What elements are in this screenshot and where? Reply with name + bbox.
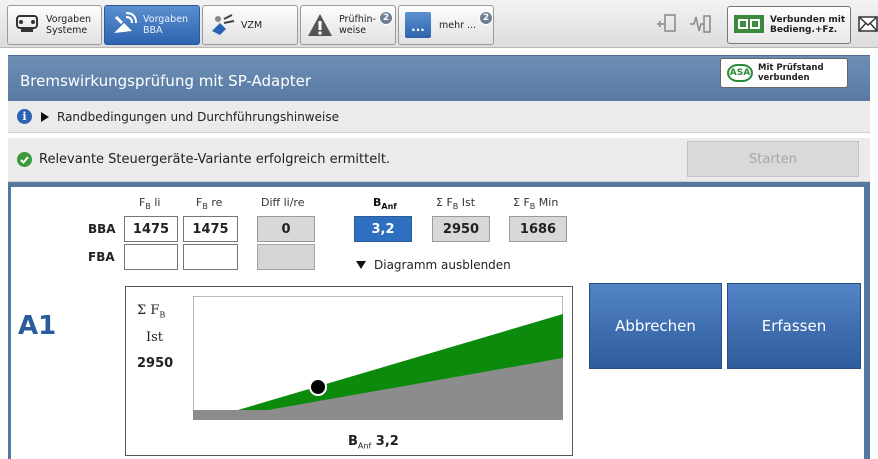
success-check-icon	[17, 152, 32, 167]
status-row: Relevante Steuergeräte-Variante erfolgre…	[8, 138, 870, 182]
connected-icon	[732, 11, 766, 40]
tab-label: Vorgaben Systeme	[46, 14, 92, 36]
header-diff: Diff li/re	[261, 196, 305, 209]
header-sum-ist: Σ FB Ist	[436, 196, 476, 212]
conditions-label: Randbedingungen und Durchführungshinweis…	[57, 109, 339, 124]
capture-button[interactable]: Erfassen	[727, 283, 861, 369]
tab-pruefhinweise[interactable]: Prüfhin- weise 2	[300, 5, 396, 45]
asa-status-label: Mit Prüfstand verbunden	[758, 63, 824, 83]
tab-vzm[interactable]: VZM	[202, 5, 298, 45]
current-value-marker	[309, 378, 327, 396]
start-button[interactable]: Starten	[687, 141, 859, 177]
bba-fb-re-value: 1475	[183, 216, 238, 242]
more-icon: ...	[403, 10, 433, 40]
sum-ist-value: 2950	[432, 216, 490, 242]
tab-vorgaben-bba[interactable]: Vorgaben BBA	[104, 5, 200, 45]
warning-icon	[305, 10, 335, 40]
diagram-toggle[interactable]: Diagramm ausblenden	[356, 258, 511, 272]
header-fb-re: FB re	[196, 196, 223, 212]
header-banf: BAnf	[373, 196, 397, 212]
conditions-info-row[interactable]: i Randbedingungen und Durchführungshinwe…	[8, 101, 870, 133]
page-title: Bremswirkungsprüfung mit SP-Adapter	[20, 72, 311, 90]
status-message: Relevante Steuergeräte-Variante erfolgre…	[39, 152, 391, 167]
collapse-arrow-icon	[356, 261, 366, 269]
fba-fb-re-value	[183, 244, 238, 270]
oscilloscope-icon[interactable]	[688, 12, 712, 39]
chart-ylabel: Σ FB	[137, 303, 166, 320]
notification-badge: 2	[479, 11, 493, 25]
chart-current-value: 2950	[137, 356, 174, 371]
tab-mehr[interactable]: ... mehr ... 2	[398, 5, 494, 45]
row-label-fba: FBA	[88, 250, 115, 264]
car-icon	[12, 10, 42, 40]
tab-label: VZM	[241, 19, 263, 31]
asa-status-badge: ASA Mit Prüfstand verbunden	[720, 58, 848, 88]
cancel-button[interactable]: Abbrechen	[589, 283, 722, 369]
bba-diff-value: 0	[257, 216, 315, 242]
sensor-icon	[207, 10, 237, 40]
bba-fb-li-value: 1475	[124, 216, 178, 242]
diagram-toggle-label: Diagramm ausblenden	[374, 258, 511, 272]
satellite-icon	[109, 10, 139, 40]
chart-plot-area	[193, 296, 563, 420]
connection-label: Verbunden mit Bedieng.+Fz.	[770, 15, 846, 35]
mail-icon[interactable]	[858, 14, 878, 37]
fba-diff-value	[257, 244, 315, 270]
banf-value: 3,2	[354, 216, 412, 242]
tab-label: Vorgaben BBA	[143, 14, 189, 36]
asa-logo-icon: ASA	[727, 64, 753, 82]
top-toolbar: Vorgaben Systeme Vorgaben BBA VZM Prüfhi…	[0, 0, 878, 48]
notification-badge: 2	[379, 11, 393, 25]
chart-ylabel-ist: Ist	[146, 330, 164, 345]
tab-label: Prüfhin- weise	[339, 14, 376, 36]
connection-status[interactable]: Verbunden mit Bedieng.+Fz.	[727, 6, 851, 44]
header-fb-li: FB li	[139, 196, 161, 212]
expand-arrow-icon	[41, 111, 49, 122]
device-icon[interactable]	[655, 12, 679, 39]
sum-min-value: 1686	[509, 216, 567, 242]
header-sum-min: Σ FB Min	[513, 196, 559, 212]
chart-xlabel: BAnf 3,2	[348, 434, 399, 451]
fba-fb-li-value	[124, 244, 178, 270]
tab-vorgaben-systeme[interactable]: Vorgaben Systeme	[7, 5, 102, 45]
row-label-bba: BBA	[88, 222, 116, 236]
tab-label: mehr ...	[439, 19, 477, 31]
info-icon: i	[17, 109, 32, 124]
axle-label: A1	[18, 311, 57, 341]
